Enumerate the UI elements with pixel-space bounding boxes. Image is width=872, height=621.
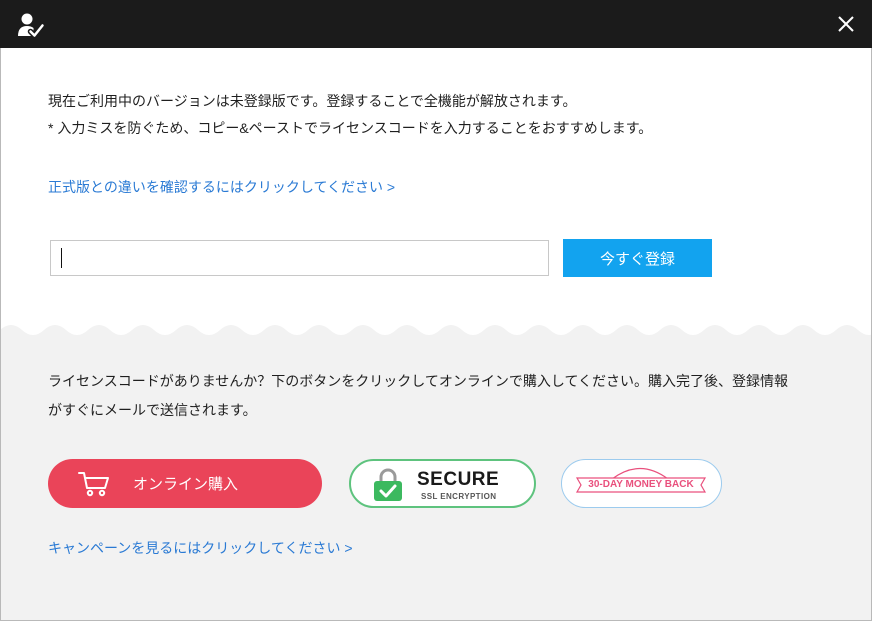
cart-icon [78, 471, 109, 496]
lock-check-icon [374, 468, 402, 501]
license-code-input[interactable] [50, 240, 549, 276]
purchase-info-line2: がすぐにメールで送信されます。 [48, 402, 257, 418]
registration-section: 現在ご利用中のバージョンは未登録版です。登録することで全機能が解放されます。 *… [0, 48, 872, 338]
money-back-label: 30-DAY MONEY BACK [588, 479, 694, 490]
secure-ssl-badge: SECURE SSL ENCRYPTION [349, 459, 536, 508]
close-icon [838, 16, 854, 32]
close-button[interactable] [832, 10, 860, 38]
copy-paste-hint: * 入力ミスを防ぐため、コピー&ペーストでライセンスコードを入力することをおすす… [48, 120, 653, 136]
secure-badge-subtitle: SSL ENCRYPTION [421, 492, 497, 501]
user-check-icon [18, 13, 45, 38]
purchase-section: ライセンスコードがありませんか？下のボタンをクリックしてオンラインで購入してくだ… [0, 338, 872, 621]
money-back-badge: 30-DAY MONEY BACK [561, 459, 722, 508]
secure-badge-title: SECURE [417, 469, 500, 490]
unregistered-notice: 現在ご利用中のバージョンは未登録版です。登録することで全機能が解放されます。 [48, 93, 577, 109]
purchase-info-line1: ライセンスコードがありませんか？下のボタンをクリックしてオンラインで購入してくだ… [48, 373, 789, 389]
text-caret [61, 248, 62, 268]
register-now-button[interactable]: 今すぐ登録 [563, 239, 712, 277]
buy-online-button[interactable]: オンライン購入 [48, 459, 322, 508]
campaign-link[interactable]: キャンペーンを見るにはクリックしてください > [48, 538, 353, 558]
buy-online-label: オンライン購入 [133, 476, 239, 493]
compare-versions-link[interactable]: 正式版との違いを確認するにはクリックしてください > [48, 177, 395, 197]
titlebar [0, 0, 872, 48]
wave-divider [0, 318, 872, 338]
